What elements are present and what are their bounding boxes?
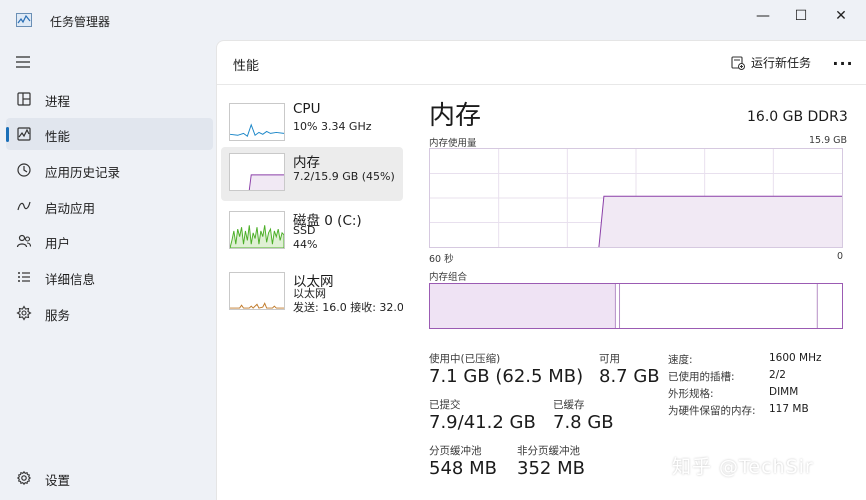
sidebar-item-label: 详细信息 xyxy=(45,272,96,287)
sidebar-item-label: 设置 xyxy=(45,473,71,488)
usage-chart-max: 15.9 GB xyxy=(809,135,848,146)
sidebar-item-performance[interactable]: 性能 xyxy=(6,118,213,150)
sidebar-item-details[interactable]: 详细信息 xyxy=(6,261,213,293)
in-use-value: 7.1 GB (62.5 MB) xyxy=(429,366,584,387)
sidebar-item-users[interactable]: 用户 xyxy=(6,225,213,257)
resource-name: CPU xyxy=(293,101,321,117)
maximize-icon: ☐ xyxy=(794,8,808,24)
disk-thumbnail xyxy=(229,211,285,249)
minimize-icon: — xyxy=(756,8,770,24)
resource-detail: 发送: 16.0 接收: 32.0 K xyxy=(293,301,403,314)
page-header: 性能 运行新任务 ··· xyxy=(217,41,866,85)
hardware-reserved-value: 117 MB xyxy=(769,403,809,415)
run-task-icon xyxy=(731,55,745,70)
committed-value: 7.9/41.2 GB xyxy=(429,412,536,433)
available-value: 8.7 GB xyxy=(599,366,660,387)
in-use-label: 使用中(已压缩) xyxy=(429,353,501,365)
watermark: 知乎 @TechSir xyxy=(672,456,814,478)
sidebar-item-label: 服务 xyxy=(45,308,71,323)
services-icon xyxy=(16,305,32,321)
cached-label: 已缓存 xyxy=(553,399,585,411)
slots-used-value: 2/2 xyxy=(769,369,786,381)
task-manager-icon xyxy=(16,13,32,27)
sidebar-item-label: 进程 xyxy=(45,94,71,109)
memory-thumbnail xyxy=(229,153,285,191)
users-icon xyxy=(16,234,32,248)
main-panel: 性能 运行新任务 ··· CPU 10% 3.34 GHz 内存 7.2/15.… xyxy=(216,40,866,500)
close-icon: ✕ xyxy=(835,8,847,24)
slots-used-key: 已使用的插槽: xyxy=(668,371,735,383)
sidebar-item-label: 性能 xyxy=(45,129,71,144)
performance-icon xyxy=(17,127,31,141)
cached-value: 7.8 GB xyxy=(553,412,614,433)
sidebar-item-app-history[interactable]: 应用历史记录 xyxy=(6,154,213,186)
sidebar: 进程 性能 应用历史记录 启动应用 用户 详细信息 服务 设置 xyxy=(0,40,216,500)
paged-pool-label: 分页缓冲池 xyxy=(429,445,482,457)
resource-detail: 10% 3.34 GHz xyxy=(293,120,372,133)
resource-detail: SSD xyxy=(293,224,316,237)
sidebar-item-label: 应用历史记录 xyxy=(45,165,121,180)
hamburger-menu-icon[interactable] xyxy=(14,54,34,70)
form-factor-value: DIMM xyxy=(769,386,799,398)
ethernet-thumbnail xyxy=(229,272,285,310)
usage-chart-label: 内存使用量 xyxy=(429,138,477,149)
details-icon xyxy=(18,272,30,282)
nonpaged-pool-label: 非分页缓冲池 xyxy=(517,445,580,457)
sidebar-item-label: 启动应用 xyxy=(45,201,96,216)
window-title: 任务管理器 xyxy=(50,15,111,29)
memory-composition-bar xyxy=(429,283,843,329)
close-button[interactable]: ✕ xyxy=(818,0,864,32)
sidebar-item-settings[interactable]: 设置 xyxy=(6,462,213,494)
cpu-thumbnail xyxy=(229,103,285,141)
app-history-icon xyxy=(17,163,31,177)
run-new-task-button[interactable]: 运行新任务 xyxy=(731,54,811,71)
gear-icon xyxy=(16,470,32,486)
processes-icon xyxy=(17,92,31,106)
resource-item-disk[interactable]: 磁盘 0 (C:) SSD 44% xyxy=(221,205,403,259)
title-bar: 任务管理器 — ☐ ✕ xyxy=(0,0,866,40)
memory-usage-chart xyxy=(429,148,843,248)
committed-label: 已提交 xyxy=(429,399,461,411)
nonpaged-pool-value: 352 MB xyxy=(517,458,585,479)
composition-in-use xyxy=(430,284,616,328)
resource-item-memory[interactable]: 内存 7.2/15.9 GB (45%) xyxy=(221,147,403,201)
paged-pool-value: 548 MB xyxy=(429,458,497,479)
detail-title: 内存 xyxy=(429,101,482,131)
sidebar-item-processes[interactable]: 进程 xyxy=(6,83,213,115)
chart-time-right: 0 xyxy=(837,251,844,262)
resource-detail: 44% xyxy=(293,238,318,251)
page-title: 性能 xyxy=(233,59,260,74)
memory-spec: 16.0 GB DDR3 xyxy=(747,109,848,125)
sidebar-item-startup-apps[interactable]: 启动应用 xyxy=(6,190,213,222)
composition-label: 内存组合 xyxy=(429,272,468,283)
chart-time-left: 60 秒 xyxy=(429,254,454,265)
form-factor-key: 外形规格: xyxy=(668,388,714,400)
startup-apps-icon xyxy=(17,201,31,211)
sidebar-item-label: 用户 xyxy=(45,236,71,251)
resource-item-cpu[interactable]: CPU 10% 3.34 GHz xyxy=(221,97,403,151)
run-new-task-label: 运行新任务 xyxy=(751,56,812,70)
speed-value: 1600 MHz xyxy=(769,352,822,364)
speed-key: 速度: xyxy=(668,354,693,366)
usage-area xyxy=(598,196,842,247)
resource-detail: 7.2/15.9 GB (45%) xyxy=(293,170,395,183)
resource-item-ethernet[interactable]: 以太网 以太网 发送: 16.0 接收: 32.0 K xyxy=(221,266,403,320)
resource-name: 内存 xyxy=(293,155,320,171)
available-label: 可用 xyxy=(599,353,620,365)
more-options-button[interactable]: ··· xyxy=(829,49,857,77)
hardware-reserved-key: 为硬件保留的内存: xyxy=(668,405,756,417)
more-options-icon: ··· xyxy=(832,53,854,73)
sidebar-item-services[interactable]: 服务 xyxy=(6,297,213,329)
